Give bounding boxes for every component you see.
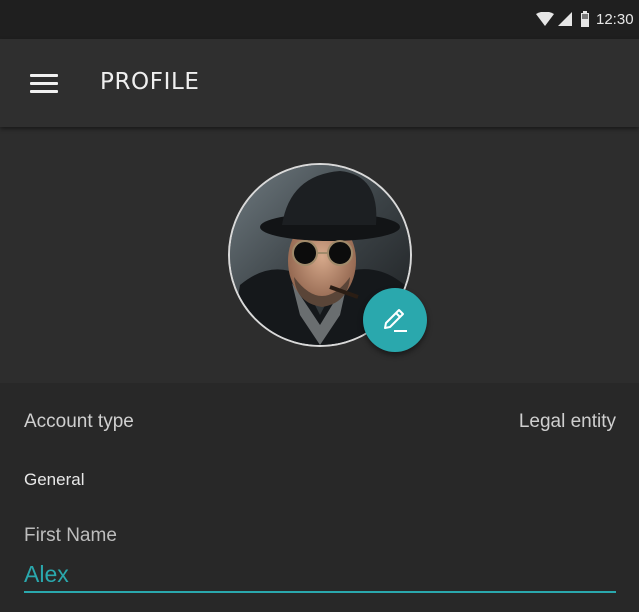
account-type-label: Account type [24,411,134,432]
edit-icon [384,309,407,332]
account-type-value[interactable]: Legal entity [519,410,616,434]
profile-screen: 12:30 PROFILE Account type Legal entity … [0,0,639,612]
profile-header [0,127,639,383]
section-general-title: General [24,470,85,489]
edit-avatar-button[interactable] [363,288,427,352]
menu-icon[interactable] [24,67,64,99]
profile-form: Account type Legal entity General First … [0,383,639,612]
page-title: PROFILE [100,69,200,95]
first-name-input[interactable] [24,557,616,593]
wifi-icon [536,12,554,26]
signal-icon [558,12,572,26]
first-name-label: First Name [24,525,117,546]
app-bar: PROFILE [0,39,639,127]
status-time: 12:30 [596,11,634,28]
status-bar: 12:30 [0,0,639,39]
battery-icon [581,11,589,27]
